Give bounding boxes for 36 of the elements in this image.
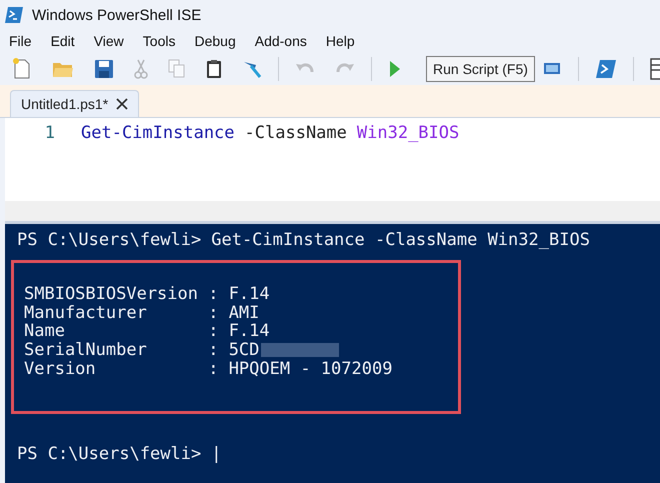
console-command: Get-CimInstance -ClassName Win32_BIOS xyxy=(211,230,590,249)
window-title: Windows PowerShell ISE xyxy=(32,6,202,24)
horizontal-scrollbar[interactable] xyxy=(5,201,660,224)
text-cursor: | xyxy=(211,444,222,463)
powershell-icon[interactable] xyxy=(595,58,617,78)
new-file-icon[interactable] xyxy=(12,58,32,80)
property-name: Manufacturer xyxy=(24,302,148,323)
property-value: : HPQOEM - 1072009 xyxy=(208,358,392,379)
powershell-logo-icon xyxy=(4,6,24,24)
tooltip: Run Script (F5) xyxy=(426,56,535,82)
code-token: -ClassName xyxy=(244,123,347,143)
menu-item[interactable]: Edit xyxy=(50,33,75,49)
console-prompt: PS C:\Users\fewli> xyxy=(17,230,202,249)
menu-item[interactable]: View xyxy=(94,33,124,49)
property-value: : F.14 xyxy=(208,321,270,342)
clipboard-icon[interactable] xyxy=(206,58,222,78)
property-name: Version xyxy=(24,358,97,379)
code-token: Get-CimInstance xyxy=(81,123,235,143)
property-name: SMBIOSBIOSVersion xyxy=(24,284,199,304)
line-number: 1 xyxy=(44,123,55,143)
menu-item[interactable]: File xyxy=(9,33,32,49)
code-token: Win32_BIOS xyxy=(356,123,460,143)
property-name: Name xyxy=(24,321,66,342)
console-prompt: PS C:\Users\fewli> xyxy=(17,444,202,463)
play-icon[interactable] xyxy=(388,60,402,78)
menu-item[interactable]: Add-ons xyxy=(254,33,307,49)
property-value: : F.14 xyxy=(208,284,270,304)
menu-item[interactable]: Tools xyxy=(142,33,176,49)
property-name: SerialNumber xyxy=(24,340,148,360)
property-value: : 5CD xyxy=(208,340,260,360)
save-icon[interactable] xyxy=(94,58,114,78)
menu-item[interactable]: Debug xyxy=(194,33,236,49)
menu-item[interactable]: Help xyxy=(326,33,355,49)
close-icon[interactable] xyxy=(116,98,128,110)
file-tab[interactable]: Untitled1.ps1* xyxy=(10,90,140,117)
property-value: : AMI xyxy=(208,302,260,323)
